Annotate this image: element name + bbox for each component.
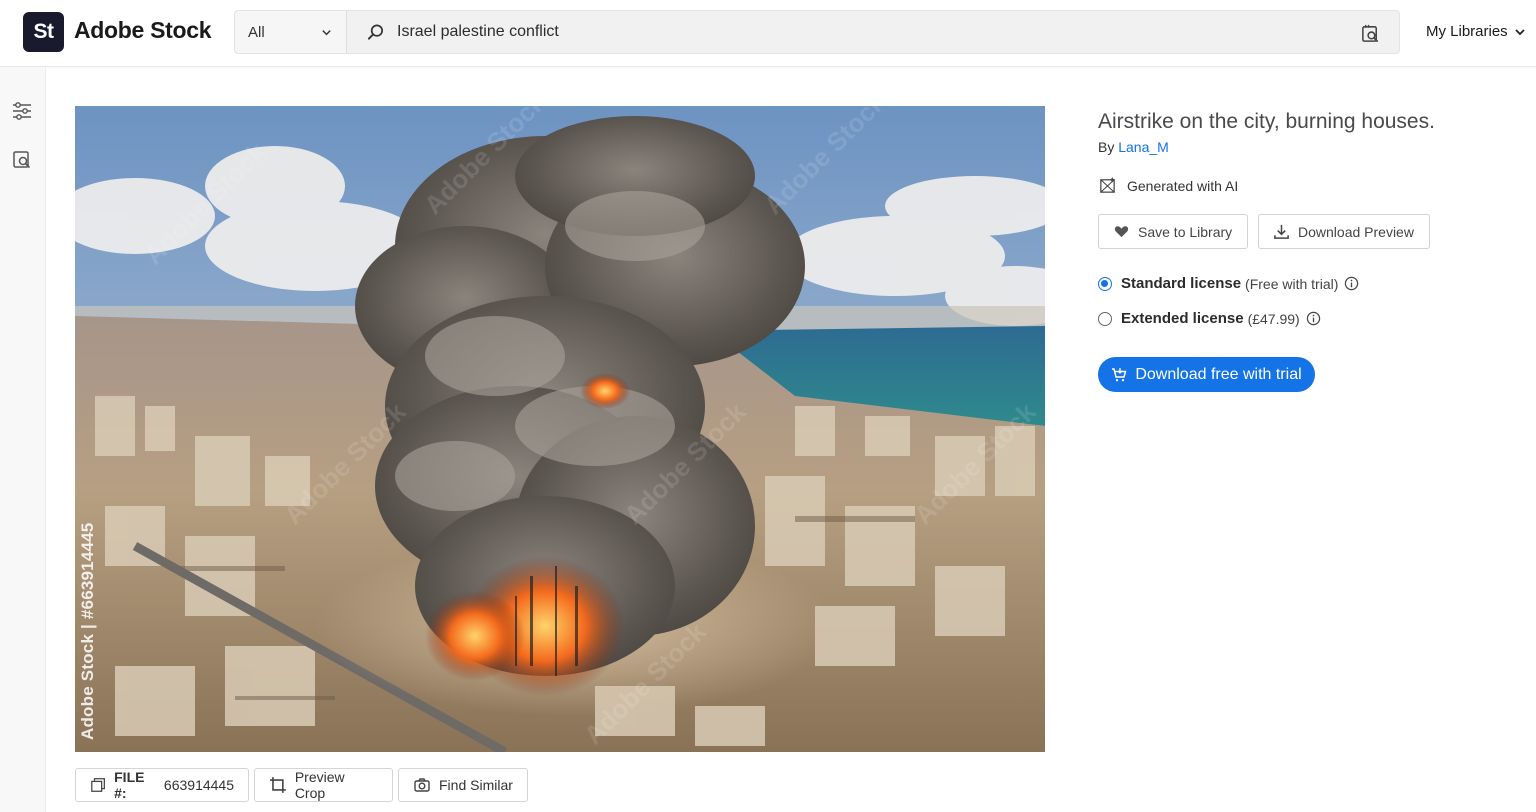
download-preview-button[interactable]: Download Preview [1258,214,1430,249]
copy-icon [91,778,105,792]
extended-license-option[interactable]: Extended license (£47.99) [1098,310,1321,327]
find-similar-button[interactable]: Find Similar [398,768,528,802]
save-to-library-button[interactable]: Save to Library [1098,214,1248,249]
file-label: FILE #: [114,769,145,801]
airstrike-city-image: Adobe Stock Adobe Stock Adobe Stock Adob… [75,106,1045,752]
image-watermark: Adobe Stock | #663914445 [78,522,97,740]
search-input[interactable] [397,19,1297,45]
left-toolbar [0,68,46,812]
extended-license-detail: (£47.99) [1247,310,1300,327]
heart-icon [1114,226,1129,238]
asset-byline: By Lana_M [1098,139,1169,155]
top-header: St Adobe Stock All My Libraries [0,0,1536,67]
brand-name[interactable]: Adobe Stock [74,17,212,44]
chevron-down-icon [1515,28,1525,35]
extended-license-radio[interactable] [1098,311,1112,326]
cart-icon [1112,367,1127,381]
filters-icon[interactable] [11,100,33,122]
stock-image-preview[interactable]: Adobe Stock Adobe Stock Adobe Stock Adob… [75,106,1045,752]
search-category-select[interactable]: All [235,11,347,53]
chevron-down-icon [322,30,331,36]
adobe-stock-logo[interactable]: St [23,12,64,52]
standard-license-detail: (Free with trial) [1245,275,1339,292]
my-libraries-menu[interactable]: My Libraries [1426,23,1526,40]
visual-search-icon[interactable] [1360,23,1381,44]
extended-license-name: Extended license [1121,310,1244,327]
author-link[interactable]: Lana_M [1118,139,1169,155]
my-libraries-label: My Libraries [1426,23,1508,40]
preview-crop-button[interactable]: Preview Crop [254,768,393,802]
search-bar: All [234,10,1400,54]
save-to-library-label: Save to Library [1138,223,1233,240]
search-icon [367,24,384,40]
download-cta-label: Download free with trial [1135,365,1302,383]
ai-generated-icon [1100,176,1116,193]
by-prefix: By [1098,139,1115,155]
download-preview-label: Download Preview [1298,223,1414,240]
camera-icon [414,778,430,792]
download-icon [1274,224,1289,239]
search-category-label: All [248,24,265,41]
ai-label: Generated with AI [1127,177,1239,194]
info-icon[interactable] [1306,311,1321,326]
generated-with-ai-badge: Generated with AI [1098,176,1238,195]
file-number-button[interactable]: FILE #: 663914445 [75,768,249,802]
download-free-trial-button[interactable]: Download free with trial [1098,357,1315,392]
asset-title: Airstrike on the city, burning houses. [1098,110,1435,133]
standard-license-name: Standard license [1121,275,1242,292]
visual-search-icon[interactable] [11,148,33,170]
file-number: 663914445 [163,777,234,793]
standard-license-option[interactable]: Standard license (Free with trial) [1098,275,1359,292]
find-similar-label: Find Similar [439,777,513,793]
crop-icon [269,777,286,793]
standard-license-radio[interactable] [1098,276,1112,291]
info-icon[interactable] [1344,276,1359,291]
preview-crop-label: Preview Crop [294,769,345,801]
